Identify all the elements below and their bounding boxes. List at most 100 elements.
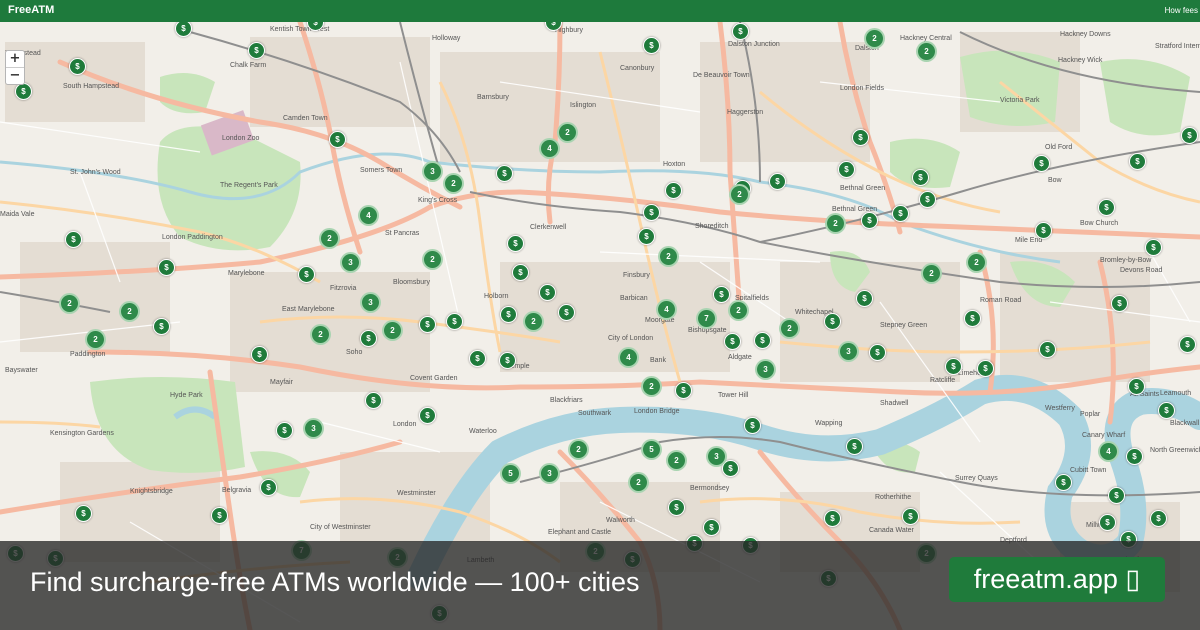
atm-marker[interactable]: $ xyxy=(902,508,919,525)
atm-cluster-marker[interactable]: 4 xyxy=(358,205,379,226)
zoom-out-button[interactable]: − xyxy=(6,68,24,84)
atm-marker[interactable]: $ xyxy=(838,161,855,178)
atm-marker[interactable]: $ xyxy=(744,417,761,434)
atm-marker[interactable]: $ xyxy=(846,438,863,455)
brand-logo[interactable]: FreeATM xyxy=(8,4,54,16)
atm-marker[interactable]: $ xyxy=(276,422,293,439)
atm-marker[interactable]: $ xyxy=(507,235,524,252)
atm-marker[interactable]: $ xyxy=(419,316,436,333)
atm-marker[interactable]: $ xyxy=(211,507,228,524)
atm-cluster-marker[interactable]: 2 xyxy=(557,122,578,143)
atm-marker[interactable]: $ xyxy=(69,58,86,75)
atm-cluster-marker[interactable]: 2 xyxy=(779,318,800,339)
atm-cluster-marker[interactable]: 2 xyxy=(641,376,662,397)
atm-cluster-marker[interactable]: 5 xyxy=(500,463,521,484)
atm-marker[interactable]: $ xyxy=(964,310,981,327)
atm-marker[interactable]: $ xyxy=(153,318,170,335)
atm-cluster-marker[interactable]: 2 xyxy=(85,329,106,350)
atm-marker[interactable]: $ xyxy=(251,346,268,363)
atm-marker[interactable]: $ xyxy=(732,23,749,40)
atm-marker[interactable]: $ xyxy=(1039,341,1056,358)
freeatm-link-button[interactable]: freeatm.app ▯ xyxy=(949,557,1165,602)
atm-marker[interactable]: $ xyxy=(824,510,841,527)
atm-cluster-marker[interactable]: 2 xyxy=(729,184,750,205)
atm-cluster-marker[interactable]: 5 xyxy=(641,439,662,460)
atm-marker[interactable]: $ xyxy=(1099,514,1116,531)
atm-marker[interactable]: $ xyxy=(75,505,92,522)
atm-cluster-marker[interactable]: 2 xyxy=(119,301,140,322)
zoom-in-button[interactable]: + xyxy=(6,51,24,68)
atm-cluster-marker[interactable]: 2 xyxy=(422,249,443,270)
atm-marker[interactable]: $ xyxy=(298,266,315,283)
atm-marker[interactable]: $ xyxy=(500,306,517,323)
atm-cluster-marker[interactable]: 2 xyxy=(666,450,687,471)
atm-cluster-marker[interactable]: 4 xyxy=(656,299,677,320)
how-fees-link[interactable]: How fees xyxy=(1165,6,1198,15)
atm-marker[interactable]: $ xyxy=(892,205,909,222)
atm-marker[interactable]: $ xyxy=(539,284,556,301)
atm-marker[interactable]: $ xyxy=(1150,510,1167,527)
atm-cluster-marker[interactable]: 3 xyxy=(340,252,361,273)
atm-cluster-marker[interactable]: 2 xyxy=(523,311,544,332)
atm-marker[interactable]: $ xyxy=(638,228,655,245)
atm-cluster-marker[interactable]: 3 xyxy=(706,446,727,467)
atm-cluster-marker[interactable]: 2 xyxy=(443,173,464,194)
atm-marker[interactable]: $ xyxy=(856,290,873,307)
atm-marker[interactable]: $ xyxy=(1158,402,1175,419)
atm-marker[interactable]: $ xyxy=(260,479,277,496)
atm-marker[interactable]: $ xyxy=(329,131,346,148)
atm-marker[interactable]: $ xyxy=(824,313,841,330)
atm-marker[interactable]: $ xyxy=(869,344,886,361)
atm-cluster-marker[interactable]: 3 xyxy=(422,161,443,182)
atm-marker[interactable]: $ xyxy=(558,304,575,321)
atm-marker[interactable]: $ xyxy=(248,42,265,59)
atm-marker[interactable]: $ xyxy=(861,212,878,229)
atm-marker[interactable]: $ xyxy=(446,313,463,330)
atm-marker[interactable]: $ xyxy=(499,352,516,369)
atm-marker[interactable]: $ xyxy=(158,259,175,276)
atm-cluster-marker[interactable]: 2 xyxy=(728,300,749,321)
atm-cluster-marker[interactable]: 2 xyxy=(310,324,331,345)
atm-marker[interactable]: $ xyxy=(665,182,682,199)
atm-marker[interactable]: $ xyxy=(713,286,730,303)
atm-marker[interactable]: $ xyxy=(675,382,692,399)
atm-marker[interactable]: $ xyxy=(1108,487,1125,504)
atm-marker[interactable]: $ xyxy=(360,330,377,347)
atm-marker[interactable]: $ xyxy=(769,173,786,190)
atm-marker[interactable]: $ xyxy=(754,332,771,349)
atm-marker[interactable]: $ xyxy=(1181,127,1198,144)
atm-marker[interactable]: $ xyxy=(643,204,660,221)
atm-marker[interactable]: $ xyxy=(365,392,382,409)
atm-marker[interactable]: $ xyxy=(1035,222,1052,239)
atm-marker[interactable]: $ xyxy=(512,264,529,281)
atm-cluster-marker[interactable]: 2 xyxy=(658,246,679,267)
atm-cluster-marker[interactable]: 3 xyxy=(360,292,381,313)
atm-marker[interactable]: $ xyxy=(912,169,929,186)
atm-marker[interactable]: $ xyxy=(945,358,962,375)
atm-cluster-marker[interactable]: 2 xyxy=(916,41,937,62)
atm-cluster-marker[interactable]: 3 xyxy=(838,341,859,362)
atm-marker[interactable]: $ xyxy=(1098,199,1115,216)
atm-cluster-marker[interactable]: 7 xyxy=(696,308,717,329)
atm-cluster-marker[interactable]: 2 xyxy=(382,320,403,341)
atm-marker[interactable]: $ xyxy=(419,407,436,424)
atm-marker[interactable]: $ xyxy=(1033,155,1050,172)
atm-marker[interactable]: $ xyxy=(496,165,513,182)
atm-marker[interactable]: $ xyxy=(469,350,486,367)
atm-cluster-marker[interactable]: 2 xyxy=(966,252,987,273)
atm-cluster-marker[interactable]: 2 xyxy=(568,439,589,460)
atm-marker[interactable]: $ xyxy=(15,83,32,100)
atm-marker[interactable]: $ xyxy=(1111,295,1128,312)
atm-marker[interactable]: $ xyxy=(668,499,685,516)
atm-marker[interactable]: $ xyxy=(1055,474,1072,491)
atm-marker[interactable]: $ xyxy=(703,519,720,536)
atm-marker[interactable]: $ xyxy=(852,129,869,146)
atm-cluster-marker[interactable]: 3 xyxy=(539,463,560,484)
atm-marker[interactable]: $ xyxy=(977,360,994,377)
atm-cluster-marker[interactable]: 2 xyxy=(921,263,942,284)
atm-cluster-marker[interactable]: 2 xyxy=(864,28,885,49)
atm-cluster-marker[interactable]: 2 xyxy=(319,228,340,249)
atm-marker[interactable]: $ xyxy=(643,37,660,54)
map-view[interactable]: HampsteadChalk FarmCamden TownKentish To… xyxy=(0,22,1200,630)
atm-cluster-marker[interactable]: 4 xyxy=(618,347,639,368)
